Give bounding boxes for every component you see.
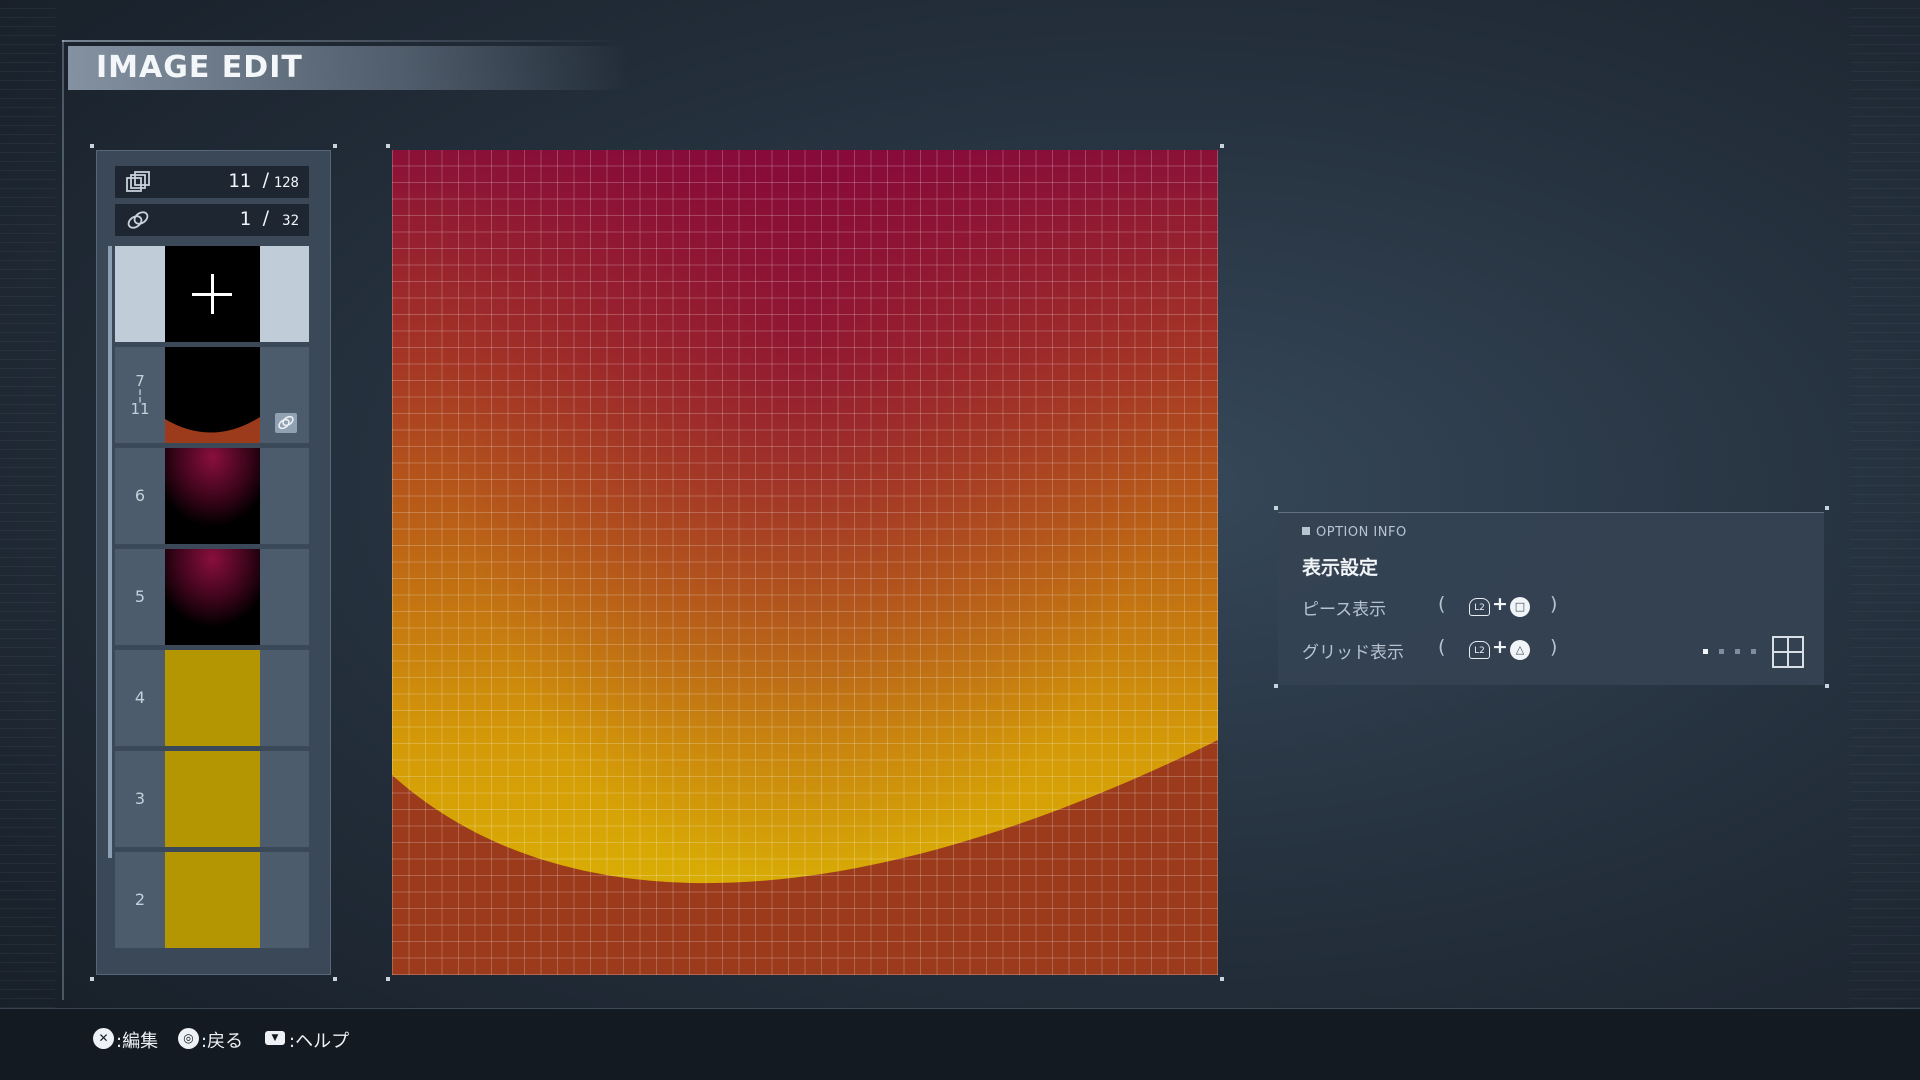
link-count-max: 32 (282, 213, 299, 229)
frame-line-horizontal (62, 40, 622, 42)
layer-thumbnail (165, 549, 260, 645)
square-bullet-icon (1302, 527, 1310, 535)
panel-corner-marker (333, 144, 337, 148)
grid-level-dot-active (1703, 649, 1708, 654)
layer-row-label: 2 (134, 890, 146, 909)
triangle-button-icon: △ (1510, 640, 1530, 660)
grid-level-dot (1735, 649, 1740, 654)
option-corner-marker (1825, 684, 1829, 688)
page-title: IMAGE EDIT (96, 50, 303, 85)
layers-icon (126, 171, 150, 192)
hint-back[interactable]: :戻る (201, 1027, 243, 1053)
layer-row[interactable]: 2 (115, 852, 309, 948)
option-info-panel: OPTION INFO 表示設定 ピース表示 ( L2 + □ ) グリッド表示… (1278, 512, 1824, 685)
option-info-title: 表示設定 (1302, 557, 1379, 579)
panel-corner-marker (90, 144, 94, 148)
layer-count-max: 128 (273, 175, 299, 191)
touchpad-button-icon: ▼ (265, 1031, 285, 1045)
layer-thumbnail-art (165, 417, 260, 443)
paren-open: ( (1438, 593, 1446, 615)
option-corner-marker (1274, 506, 1278, 510)
add-layer-thumb (165, 246, 260, 342)
layer-row-group[interactable]: 7 ¦ 11 (115, 347, 309, 443)
canvas-corner-marker (1220, 144, 1224, 148)
add-layer-button[interactable] (115, 246, 309, 342)
layer-row[interactable]: 4 (115, 650, 309, 746)
layer-thumbnail (165, 347, 260, 443)
layer-thumbnail (165, 751, 260, 847)
canvas-corner-marker (386, 144, 390, 148)
bottom-bar (0, 1009, 1920, 1080)
layer-scrollbar[interactable] (108, 246, 112, 858)
layer-count-current: 11 (228, 170, 251, 192)
link-count: 1 / 32 (115, 204, 309, 236)
paren-open: ( (1438, 636, 1446, 658)
option-info-heading: OPTION INFO (1302, 525, 1407, 540)
l2-button-icon: L2 (1469, 641, 1490, 659)
link-icon (127, 211, 149, 229)
option-corner-marker (1825, 506, 1829, 510)
layer-thumbnail (165, 852, 260, 948)
plus-sign: + (1492, 636, 1508, 658)
piece-display-label: ピース表示 (1302, 600, 1387, 620)
grid-toggle-icon[interactable] (1772, 636, 1804, 668)
canvas-grid (392, 150, 1218, 975)
option-info-heading-text: OPTION INFO (1316, 525, 1407, 540)
layer-row[interactable]: 5 (115, 549, 309, 645)
layer-count-separator: / (262, 169, 269, 191)
background-scanlines-right (1850, 0, 1920, 1080)
canvas-corner-marker (1220, 977, 1224, 981)
hint-help[interactable]: :ヘルプ (289, 1027, 349, 1053)
plus-icon (211, 274, 214, 314)
layer-row-label: 4 (134, 688, 146, 707)
l2-button-icon: L2 (1469, 598, 1490, 616)
grid-display-label: グリッド表示 (1302, 643, 1404, 663)
layer-thumbnail (165, 448, 260, 544)
circle-button-icon: ◎ (178, 1028, 199, 1049)
panel-corner-marker (333, 977, 337, 981)
cross-button-icon: ✕ (93, 1028, 114, 1049)
plus-sign: + (1492, 593, 1508, 615)
layer-thumbnail (165, 650, 260, 746)
layer-row-label: 5 (134, 587, 146, 606)
layer-row[interactable]: 3 (115, 751, 309, 847)
paren-close: ) (1550, 593, 1558, 615)
background-scanlines-left (0, 0, 55, 1080)
layer-row[interactable]: 6 (115, 448, 309, 544)
panel-corner-marker (90, 977, 94, 981)
paren-close: ) (1550, 636, 1558, 658)
layer-row-label: 6 (134, 486, 146, 505)
canvas-corner-marker (386, 977, 390, 981)
frame-line-vertical (62, 40, 64, 1000)
grid-level-dot (1751, 649, 1756, 654)
link-count-separator: / (262, 207, 269, 229)
link-count-current: 1 (239, 208, 251, 230)
hint-edit[interactable]: :編集 (116, 1027, 158, 1053)
layer-row-label: 3 (134, 789, 146, 808)
square-button-icon: □ (1510, 597, 1530, 617)
edit-canvas[interactable] (392, 150, 1218, 975)
grid-level-dot (1719, 649, 1724, 654)
layer-count: 11 / 128 (115, 166, 309, 198)
link-badge-icon (275, 413, 297, 433)
layer-row-label: 7 ¦ 11 (130, 372, 150, 418)
